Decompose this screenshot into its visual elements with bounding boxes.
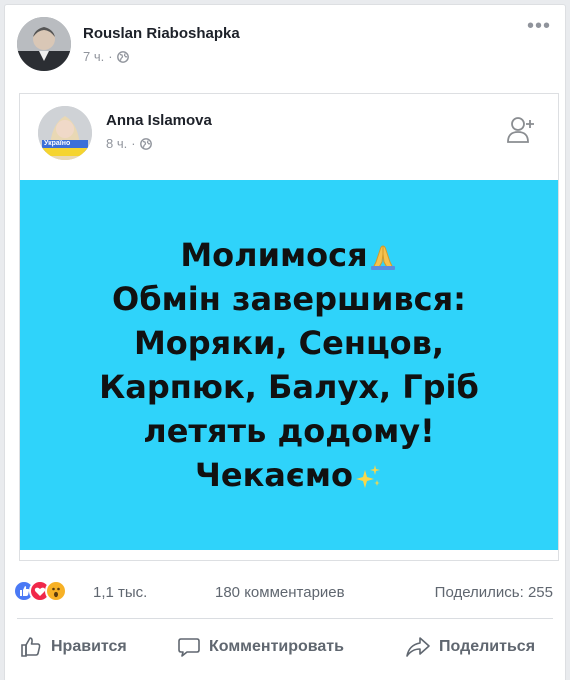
comment-button[interactable]: Комментировать [177, 635, 344, 659]
shared-post-meta: 8 ч. · [106, 136, 152, 151]
wow-reaction-icon [45, 580, 67, 602]
meta-separator: · [131, 136, 136, 151]
author-avatar[interactable] [17, 17, 71, 71]
post-time[interactable]: 7 ч. [83, 49, 104, 64]
avatar-badge-text: Україно [44, 140, 71, 147]
banner-line-1: Молимося [180, 233, 397, 277]
banner-line-2: Обмін завершився: [112, 280, 466, 318]
sparkles-icon [355, 465, 380, 488]
shared-post-time[interactable]: 8 ч. [106, 136, 127, 151]
comment-label: Комментировать [209, 638, 344, 655]
shared-post[interactable]: Україно Anna Islamova 8 ч. · Молимося Об… [19, 93, 559, 561]
text-banner[interactable]: Молимося Обмін завершився: Моряки, Сенцо… [20, 180, 558, 550]
post-stats: 1,1 тыс. 180 комментариев Поделились: 25… [5, 578, 565, 606]
reaction-count[interactable]: 1,1 тыс. [93, 584, 147, 601]
globe-icon[interactable] [116, 50, 129, 63]
post-card: Rouslan Riaboshapka 7 ч. · ••• Україно A… [4, 4, 566, 680]
add-friend-icon[interactable] [506, 116, 536, 144]
reactions-summary[interactable] [13, 580, 67, 602]
comments-count[interactable]: 180 комментариев [215, 584, 345, 601]
banner-line-6: Чекаємо [195, 453, 383, 497]
comment-icon [178, 638, 200, 657]
share-arrow-icon [406, 637, 430, 657]
meta-separator: · [108, 49, 113, 64]
shared-author-name[interactable]: Anna Islamova [106, 112, 212, 129]
share-button[interactable]: Поделиться [405, 635, 535, 659]
like-button[interactable]: Нравится [19, 635, 127, 659]
banner-line-3: Моряки, Сенцов, [133, 324, 445, 362]
action-bar: Нравится Комментировать Поделиться [5, 619, 565, 679]
shared-author-avatar[interactable]: Україно [38, 106, 92, 160]
globe-icon[interactable] [139, 137, 152, 150]
author-name[interactable]: Rouslan Riaboshapka [83, 25, 240, 42]
praying-hands-icon [370, 245, 395, 270]
thumbs-up-icon [21, 637, 41, 657]
like-label: Нравится [51, 638, 127, 655]
shares-count[interactable]: Поделились: 255 [435, 584, 553, 601]
banner-line-4: Карпюк, Балух, Гріб [99, 368, 479, 406]
banner-line-5: летять додому! [143, 412, 435, 450]
share-label: Поделиться [439, 638, 536, 655]
more-options-button[interactable]: ••• [527, 16, 551, 36]
post-meta: 7 ч. · [83, 49, 129, 64]
